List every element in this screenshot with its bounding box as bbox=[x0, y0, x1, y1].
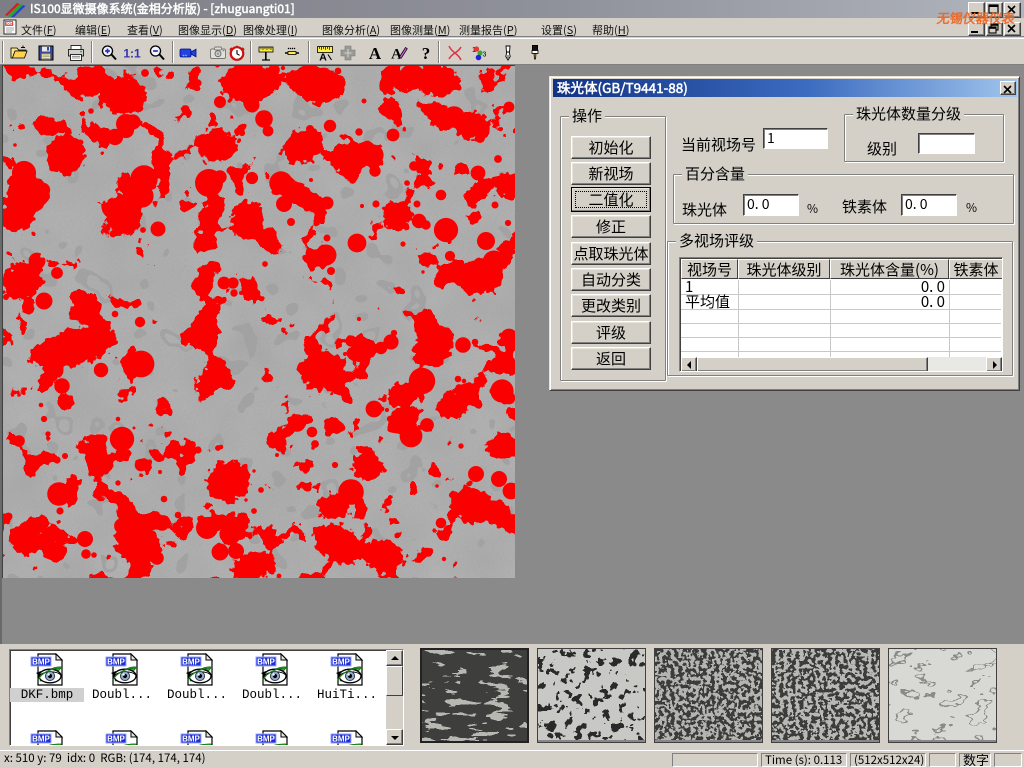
svg-text:1:1: 1:1 bbox=[123, 47, 141, 61]
svg-text:A: A bbox=[319, 52, 327, 63]
svg-text:BMP: BMP bbox=[32, 658, 50, 667]
svg-text:BMP: BMP bbox=[107, 735, 125, 744]
svg-text:A: A bbox=[369, 44, 382, 62]
svg-text:BMP: BMP bbox=[182, 658, 200, 667]
svg-text:BMP: BMP bbox=[257, 735, 275, 744]
svg-text:A: A bbox=[391, 47, 402, 63]
svg-text:BMP: BMP bbox=[257, 658, 275, 667]
svg-text:BMP: BMP bbox=[332, 658, 350, 667]
svg-text:BMP: BMP bbox=[332, 735, 350, 744]
svg-text:3: 3 bbox=[483, 52, 487, 59]
svg-text:BMP: BMP bbox=[107, 658, 125, 667]
svg-text:BMP: BMP bbox=[182, 735, 200, 744]
svg-text:DOC: DOC bbox=[6, 22, 14, 26]
svg-text:BMP: BMP bbox=[32, 735, 50, 744]
svg-text:?: ? bbox=[422, 44, 431, 62]
